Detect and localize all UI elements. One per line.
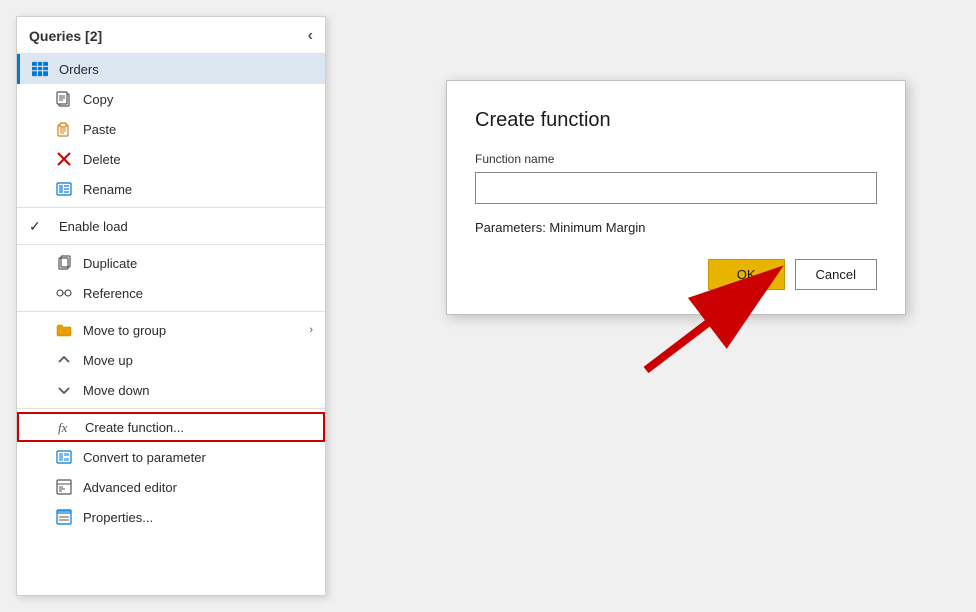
- ok-button[interactable]: OK: [708, 259, 785, 290]
- move-down-icon: [53, 382, 75, 398]
- menu-item-convert-to-parameter[interactable]: Convert to parameter: [17, 442, 325, 472]
- advanced-editor-label: Advanced editor: [83, 480, 313, 495]
- svg-text:fx: fx: [58, 420, 68, 435]
- panel-header: Queries [2] ‹: [17, 17, 325, 54]
- context-menu-panel: Queries [2] ‹ Orders Copy: [16, 16, 326, 596]
- menu-item-create-function[interactable]: fx Create function...: [17, 412, 325, 442]
- menu-item-copy[interactable]: Copy: [17, 84, 325, 114]
- move-up-label: Move up: [83, 353, 313, 368]
- menu-item-properties[interactable]: Properties...: [17, 502, 325, 532]
- menu-item-delete[interactable]: Delete: [17, 144, 325, 174]
- rename-icon: [53, 181, 75, 197]
- separator-2: [17, 244, 325, 245]
- duplicate-label: Duplicate: [83, 256, 313, 271]
- cancel-button[interactable]: Cancel: [795, 259, 877, 290]
- fx-icon: fx: [55, 419, 77, 435]
- menu-item-duplicate[interactable]: Duplicate: [17, 248, 325, 278]
- panel-title: Queries [2]: [29, 28, 102, 44]
- paste-icon: [53, 121, 75, 137]
- menu-item-move-to-group[interactable]: Move to group ›: [17, 315, 325, 345]
- convert-to-parameter-label: Convert to parameter: [83, 450, 313, 465]
- copy-label: Copy: [83, 92, 313, 107]
- delete-label: Delete: [83, 152, 313, 167]
- separator-4: [17, 408, 325, 409]
- move-up-icon: [53, 352, 75, 368]
- separator-3: [17, 311, 325, 312]
- create-function-dialog: Create function Function name Parameters…: [446, 80, 906, 315]
- copy-icon: [53, 91, 75, 107]
- move-to-group-label: Move to group: [83, 323, 309, 338]
- create-function-label: Create function...: [85, 420, 311, 435]
- checkmark-icon: ✓: [29, 218, 51, 235]
- menu-item-move-up[interactable]: Move up: [17, 345, 325, 375]
- menu-item-enable-load[interactable]: ✓ Enable load: [17, 211, 325, 241]
- menu-item-orders[interactable]: Orders: [17, 54, 325, 84]
- orders-label: Orders: [59, 62, 313, 77]
- reference-label: Reference: [83, 286, 313, 301]
- separator-1: [17, 207, 325, 208]
- reference-icon: [53, 285, 75, 301]
- enable-load-label: Enable load: [59, 219, 313, 234]
- menu-item-move-down[interactable]: Move down: [17, 375, 325, 405]
- paste-label: Paste: [83, 122, 313, 137]
- editor-icon: [53, 479, 75, 495]
- rename-label: Rename: [83, 182, 313, 197]
- submenu-arrow: ›: [309, 324, 313, 336]
- menu-item-rename[interactable]: Rename: [17, 174, 325, 204]
- function-name-label: Function name: [475, 152, 877, 166]
- folder-icon: [53, 322, 75, 338]
- properties-label: Properties...: [83, 510, 313, 525]
- menu-item-advanced-editor[interactable]: Advanced editor: [17, 472, 325, 502]
- table-icon: [29, 61, 51, 77]
- menu-item-reference[interactable]: Reference: [17, 278, 325, 308]
- duplicate-icon: [53, 255, 75, 271]
- function-name-input[interactable]: [475, 172, 877, 204]
- delete-icon: [53, 151, 75, 167]
- menu-item-paste[interactable]: Paste: [17, 114, 325, 144]
- content-area: Create function Function name Parameters…: [326, 0, 976, 315]
- convert-icon: [53, 449, 75, 465]
- properties-icon: [53, 509, 75, 525]
- params-label: Parameters: Minimum Margin: [475, 220, 877, 235]
- move-down-label: Move down: [83, 383, 313, 398]
- dialog-buttons: OK Cancel: [475, 259, 877, 290]
- dialog-title: Create function: [475, 109, 877, 132]
- collapse-icon[interactable]: ‹: [308, 27, 313, 45]
